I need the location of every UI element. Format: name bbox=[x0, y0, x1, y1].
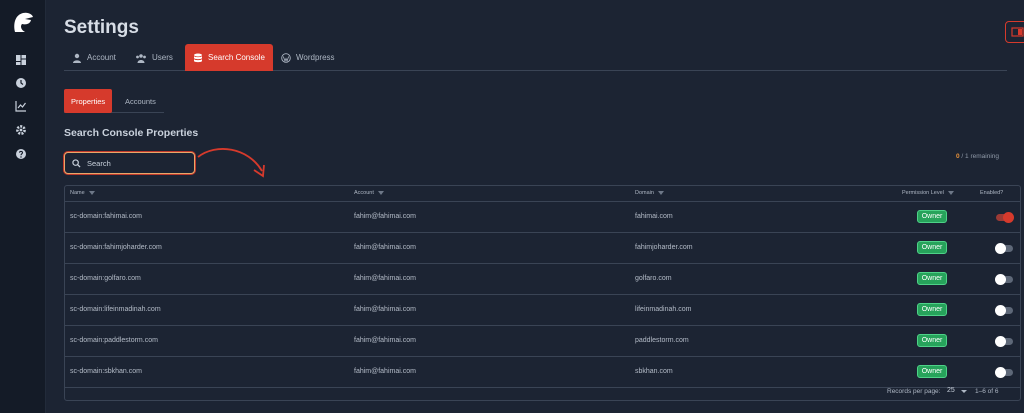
cell-name: sc-domain:sbkhan.com bbox=[70, 368, 142, 375]
gear-icon[interactable] bbox=[15, 124, 27, 136]
person-icon bbox=[73, 53, 81, 63]
settings-tabs: Account Users Search Console Wordpress bbox=[64, 44, 1007, 71]
tab-users[interactable]: Users bbox=[127, 44, 181, 71]
permission-badge: Owner bbox=[917, 272, 947, 285]
cell-domain: sbkhan.com bbox=[635, 368, 673, 375]
main-content: Settings Account Users Search Console Wo… bbox=[46, 0, 1024, 413]
sort-icon bbox=[947, 191, 954, 195]
dashboard-icon[interactable] bbox=[15, 54, 27, 66]
panel-toggle-button[interactable] bbox=[1005, 21, 1024, 43]
records-per-page-label: Records per page: bbox=[887, 388, 941, 395]
cell-domain: paddlestorm.com bbox=[635, 337, 689, 344]
column-header-account[interactable]: Account bbox=[354, 190, 384, 196]
clock-icon[interactable] bbox=[15, 77, 27, 89]
enabled-toggle[interactable] bbox=[995, 274, 1014, 285]
quota-total: / 1 remaining bbox=[959, 153, 1000, 160]
cell-domain: fahimjoharder.com bbox=[635, 244, 693, 251]
permission-badge: Owner bbox=[917, 303, 947, 316]
quota-remaining: 0 / 1 remaining bbox=[956, 153, 999, 160]
properties-table: Name Account Domain Permission Level Ena… bbox=[64, 185, 1021, 401]
subtab-accounts[interactable]: Accounts bbox=[118, 89, 163, 113]
tab-label: Wordpress bbox=[296, 53, 335, 62]
table-row: sc-domain:paddlestorm.com fahim@fahimai.… bbox=[65, 326, 1020, 357]
cell-account: fahim@fahimai.com bbox=[354, 275, 416, 282]
database-icon bbox=[194, 53, 202, 62]
column-header-permission[interactable]: Permission Level bbox=[902, 190, 954, 196]
tab-account[interactable]: Account bbox=[64, 44, 124, 71]
enabled-toggle[interactable] bbox=[995, 367, 1014, 378]
users-icon bbox=[136, 53, 146, 63]
sort-icon bbox=[88, 191, 95, 195]
panel-icon bbox=[1011, 27, 1024, 37]
column-header-enabled: Enabled? bbox=[980, 190, 1004, 196]
page-title: Settings bbox=[64, 17, 139, 38]
records-per-page-select[interactable]: 25 bbox=[947, 387, 955, 394]
tab-label: Search Console bbox=[208, 53, 265, 62]
cell-account: fahim@fahimai.com bbox=[354, 244, 416, 251]
chart-icon[interactable] bbox=[15, 100, 27, 112]
cell-account: fahim@fahimai.com bbox=[354, 337, 416, 344]
cell-name: sc-domain:fahimjoharder.com bbox=[70, 244, 162, 251]
sort-icon bbox=[657, 191, 664, 195]
table-row: sc-domain:golfaro.com fahim@fahimai.com … bbox=[65, 264, 1020, 295]
pagination-range: 1–6 of 6 bbox=[975, 388, 999, 395]
sidebar-rail bbox=[0, 0, 46, 413]
cell-account: fahim@fahimai.com bbox=[354, 368, 416, 375]
tab-search-console[interactable]: Search Console bbox=[185, 44, 273, 71]
column-header-name[interactable]: Name bbox=[70, 190, 95, 196]
cell-account: fahim@fahimai.com bbox=[354, 306, 416, 313]
wordpress-icon bbox=[281, 52, 291, 63]
enabled-toggle[interactable] bbox=[995, 336, 1014, 347]
enabled-toggle[interactable] bbox=[995, 305, 1014, 316]
enabled-toggle[interactable] bbox=[995, 212, 1014, 223]
section-title: Search Console Properties bbox=[64, 127, 199, 139]
sort-icon bbox=[377, 191, 384, 195]
help-icon[interactable] bbox=[15, 148, 27, 160]
chevron-down-icon[interactable] bbox=[961, 390, 967, 393]
search-console-subtabs: Properties Accounts bbox=[64, 89, 164, 113]
cell-account: fahim@fahimai.com bbox=[354, 213, 416, 220]
table-row: sc-domain:fahimai.com fahim@fahimai.com … bbox=[65, 202, 1020, 233]
permission-badge: Owner bbox=[917, 365, 947, 378]
cell-domain: golfaro.com bbox=[635, 275, 672, 282]
enabled-toggle[interactable] bbox=[995, 243, 1014, 254]
table-row: sc-domain:lifeinmadinah.com fahim@fahima… bbox=[65, 295, 1020, 326]
cell-name: sc-domain:lifeinmadinah.com bbox=[70, 306, 161, 313]
cell-domain: lifeinmadinah.com bbox=[635, 306, 692, 313]
permission-badge: Owner bbox=[917, 210, 947, 223]
tab-label: Account bbox=[87, 53, 116, 62]
table-row: sc-domain:fahimjoharder.com fahim@fahima… bbox=[65, 233, 1020, 264]
search-icon bbox=[72, 158, 81, 168]
tab-label: Users bbox=[152, 53, 173, 62]
permission-badge: Owner bbox=[917, 241, 947, 254]
table-header: Name Account Domain Permission Level Ena… bbox=[65, 186, 1020, 202]
table-pagination: Records per page: 25 1–6 of 6 bbox=[65, 383, 1020, 401]
cell-name: sc-domain:paddlestorm.com bbox=[70, 337, 158, 344]
subtab-properties[interactable]: Properties bbox=[64, 89, 113, 113]
tab-wordpress[interactable]: Wordpress bbox=[273, 44, 343, 71]
permission-badge: Owner bbox=[917, 334, 947, 347]
column-header-domain[interactable]: Domain bbox=[635, 190, 664, 196]
cell-name: sc-domain:fahimai.com bbox=[70, 213, 142, 220]
app-logo-icon[interactable] bbox=[11, 10, 35, 36]
cell-name: sc-domain:golfaro.com bbox=[70, 275, 141, 282]
search-box[interactable] bbox=[64, 152, 195, 174]
cell-domain: fahimai.com bbox=[635, 213, 673, 220]
annotation-arrow-icon bbox=[197, 148, 265, 178]
search-input[interactable] bbox=[87, 158, 187, 168]
